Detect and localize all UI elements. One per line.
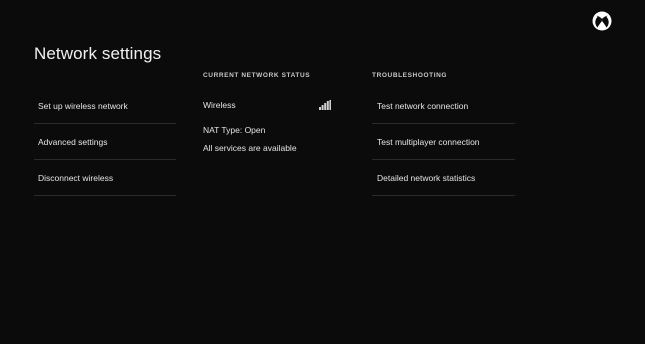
wifi-signal-bars-icon bbox=[319, 100, 331, 110]
troubleshooting-menu: Test network connection Test multiplayer… bbox=[372, 88, 515, 196]
test-network-connection-button[interactable]: Test network connection bbox=[372, 88, 515, 124]
troubleshooting-panel: TROUBLESHOOTING Test network connection … bbox=[372, 72, 515, 196]
settings-menu: Set up wireless network Advanced setting… bbox=[34, 88, 176, 196]
network-status-panel: CURRENT NETWORK STATUS Wireless NAT Type… bbox=[203, 72, 331, 153]
test-multiplayer-connection-button[interactable]: Test multiplayer connection bbox=[372, 124, 515, 160]
disconnect-wireless-button[interactable]: Disconnect wireless bbox=[34, 160, 176, 196]
network-status-heading: CURRENT NETWORK STATUS bbox=[203, 72, 311, 79]
nat-type-label: NAT Type: Open bbox=[203, 125, 266, 135]
detailed-network-statistics-button[interactable]: Detailed network statistics bbox=[372, 160, 515, 196]
services-status-label: All services are available bbox=[203, 143, 297, 153]
connection-type-label: Wireless bbox=[203, 100, 236, 110]
set-up-wireless-network-button[interactable]: Set up wireless network bbox=[34, 88, 176, 124]
advanced-settings-button[interactable]: Advanced settings bbox=[34, 124, 176, 160]
page-title: Network settings bbox=[34, 44, 162, 63]
network-settings-screen: Network settings Set up wireless network… bbox=[0, 0, 645, 344]
troubleshooting-heading: TROUBLESHOOTING bbox=[372, 72, 448, 79]
xbox-logo-icon bbox=[592, 11, 612, 31]
